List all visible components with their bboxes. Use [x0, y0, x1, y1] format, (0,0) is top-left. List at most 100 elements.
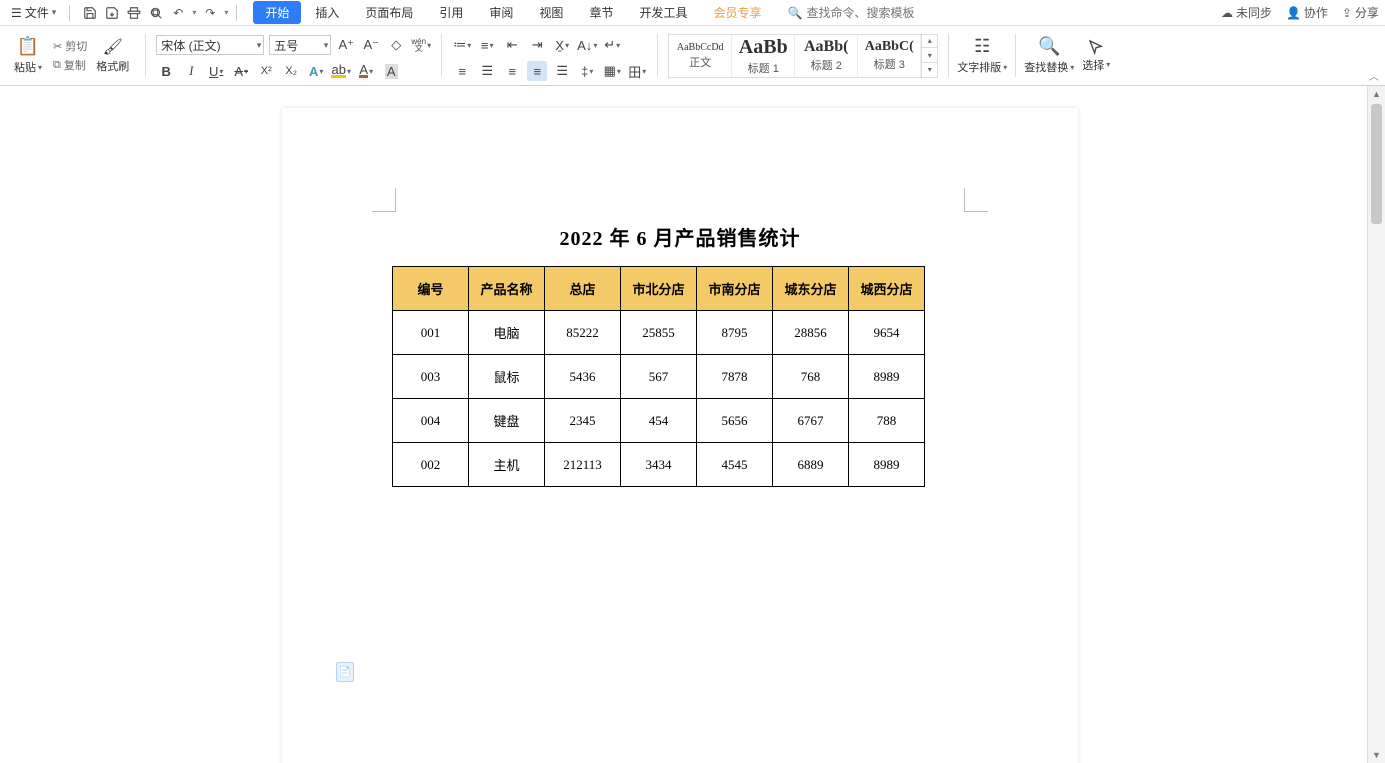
line-spacing-button[interactable]: ‡▾: [577, 61, 597, 81]
select-button[interactable]: 选择▾: [1078, 28, 1114, 83]
col-header[interactable]: 城东分店: [773, 267, 849, 311]
line-break-button[interactable]: ↵▾: [602, 35, 622, 55]
table-cell[interactable]: 2345: [545, 399, 621, 443]
col-header[interactable]: 总店: [545, 267, 621, 311]
table-cell[interactable]: 25855: [621, 311, 697, 355]
style-item[interactable]: AaBbCcDd正文: [669, 34, 732, 78]
char-shading-button[interactable]: A: [381, 61, 401, 81]
table-cell[interactable]: 6767: [773, 399, 849, 443]
align-right-button[interactable]: ≡: [502, 61, 522, 81]
bullet-list-button[interactable]: ≔▾: [452, 35, 472, 55]
table-cell[interactable]: 3434: [621, 443, 697, 487]
text-layout-button[interactable]: ☷ 文字排版▾: [953, 28, 1011, 83]
redo-icon[interactable]: ↷: [202, 5, 218, 21]
style-item[interactable]: AaBb(标题 2: [795, 34, 858, 78]
table-row[interactable]: 001电脑85222258558795288569654: [393, 311, 925, 355]
tab-页面布局[interactable]: 页面布局: [353, 1, 425, 24]
table-cell[interactable]: 5436: [545, 355, 621, 399]
tab-引用[interactable]: 引用: [427, 1, 475, 24]
grow-font-button[interactable]: A⁺: [336, 35, 356, 55]
underline-button[interactable]: U▾: [206, 61, 226, 81]
print-icon[interactable]: [126, 5, 142, 21]
align-distribute-button[interactable]: ☰: [552, 61, 572, 81]
undo-dd-icon[interactable]: ▾: [192, 8, 196, 17]
col-header[interactable]: 市北分店: [621, 267, 697, 311]
tab-审阅[interactable]: 审阅: [477, 1, 525, 24]
sync-button[interactable]: ☁未同步: [1221, 4, 1272, 21]
table-cell[interactable]: 5656: [697, 399, 773, 443]
scroll-track[interactable]: [1368, 102, 1385, 747]
table-cell[interactable]: 键盘: [469, 399, 545, 443]
italic-button[interactable]: I: [181, 61, 201, 81]
style-gallery[interactable]: AaBbCcDd正文AaBb标题 1AaBb(标题 2AaBbC(标题 3▴▾▾: [668, 34, 938, 78]
table-cell[interactable]: 6889: [773, 443, 849, 487]
superscript-button[interactable]: X²: [256, 61, 276, 81]
format-brush-button[interactable]: 🖌 格式刷: [90, 37, 135, 74]
subscript-button[interactable]: X₂: [281, 61, 301, 81]
table-cell[interactable]: 主机: [469, 443, 545, 487]
highlight-button[interactable]: ab▾: [331, 61, 351, 81]
phonetic-guide-button[interactable]: wén文▾: [411, 35, 431, 55]
strike-button[interactable]: A▾: [231, 61, 251, 81]
border-button[interactable]: 田▾: [627, 61, 647, 81]
table-cell[interactable]: 768: [773, 355, 849, 399]
side-tag-icon[interactable]: 📄: [336, 662, 354, 682]
collapse-ribbon-button[interactable]: ︿: [1369, 68, 1379, 83]
paste-button[interactable]: 📋 粘贴▾: [10, 34, 46, 77]
tab-会员专享[interactable]: 会员专享: [701, 1, 773, 24]
style-scroll-button[interactable]: ▴: [922, 34, 937, 49]
style-expand-button[interactable]: ▾: [922, 63, 937, 78]
command-search[interactable]: 🔍: [787, 6, 956, 20]
document-title[interactable]: 2022 年 6 月产品销售统计: [282, 222, 1078, 251]
table-cell[interactable]: 4545: [697, 443, 773, 487]
table-cell[interactable]: 001: [393, 311, 469, 355]
align-left-button[interactable]: ≡: [452, 61, 472, 81]
table-cell[interactable]: 8795: [697, 311, 773, 355]
table-cell[interactable]: 002: [393, 443, 469, 487]
col-header[interactable]: 城西分店: [849, 267, 925, 311]
undo-icon[interactable]: ↶: [170, 5, 186, 21]
table-cell[interactable]: 8989: [849, 443, 925, 487]
char-scale-button[interactable]: X̱▾: [552, 35, 572, 55]
table-row[interactable]: 002主机2121133434454568898989: [393, 443, 925, 487]
save-as-icon[interactable]: [104, 5, 120, 21]
table-cell[interactable]: 7878: [697, 355, 773, 399]
cut-button[interactable]: ✂剪切: [50, 37, 90, 55]
col-header[interactable]: 编号: [393, 267, 469, 311]
table-cell[interactable]: 9654: [849, 311, 925, 355]
table-cell[interactable]: 电脑: [469, 311, 545, 355]
table-cell[interactable]: 454: [621, 399, 697, 443]
file-menu[interactable]: ☰ 文件 ▾: [6, 2, 61, 23]
style-item[interactable]: AaBbC(标题 3: [858, 34, 921, 78]
style-item[interactable]: AaBb标题 1: [732, 34, 795, 78]
table-cell[interactable]: 003: [393, 355, 469, 399]
col-header[interactable]: 产品名称: [469, 267, 545, 311]
font-name-select[interactable]: 宋体 (正文): [156, 35, 264, 55]
style-scroll-button[interactable]: ▾: [922, 48, 937, 63]
decrease-indent-button[interactable]: ⇤: [502, 35, 522, 55]
shrink-font-button[interactable]: A⁻: [361, 35, 381, 55]
search-input[interactable]: [806, 6, 956, 20]
table-cell[interactable]: 鼠标: [469, 355, 545, 399]
increase-indent-button[interactable]: ⇥: [527, 35, 547, 55]
document-canvas[interactable]: 2022 年 6 月产品销售统计 编号产品名称总店市北分店市南分店城东分店城西分…: [0, 86, 1365, 763]
bold-button[interactable]: B: [156, 61, 176, 81]
tab-开发工具[interactable]: 开发工具: [627, 1, 699, 24]
save-icon[interactable]: [82, 5, 98, 21]
table-cell[interactable]: 8989: [849, 355, 925, 399]
document-page[interactable]: 2022 年 6 月产品销售统计 编号产品名称总店市北分店市南分店城东分店城西分…: [282, 108, 1078, 763]
table-cell[interactable]: 788: [849, 399, 925, 443]
numbered-list-button[interactable]: ≡▾: [477, 35, 497, 55]
font-size-select[interactable]: 五号: [269, 35, 331, 55]
table-cell[interactable]: 212113: [545, 443, 621, 487]
clear-format-button[interactable]: ◇: [386, 35, 406, 55]
align-justify-button[interactable]: ≡: [527, 61, 547, 81]
table-cell[interactable]: 85222: [545, 311, 621, 355]
table-cell[interactable]: 28856: [773, 311, 849, 355]
table-cell[interactable]: 004: [393, 399, 469, 443]
vertical-scrollbar[interactable]: ▲ ▼: [1367, 86, 1385, 763]
scroll-down-button[interactable]: ▼: [1368, 747, 1385, 763]
tab-插入[interactable]: 插入: [303, 1, 351, 24]
tab-章节[interactable]: 章节: [577, 1, 625, 24]
tab-开始[interactable]: 开始: [253, 1, 301, 24]
